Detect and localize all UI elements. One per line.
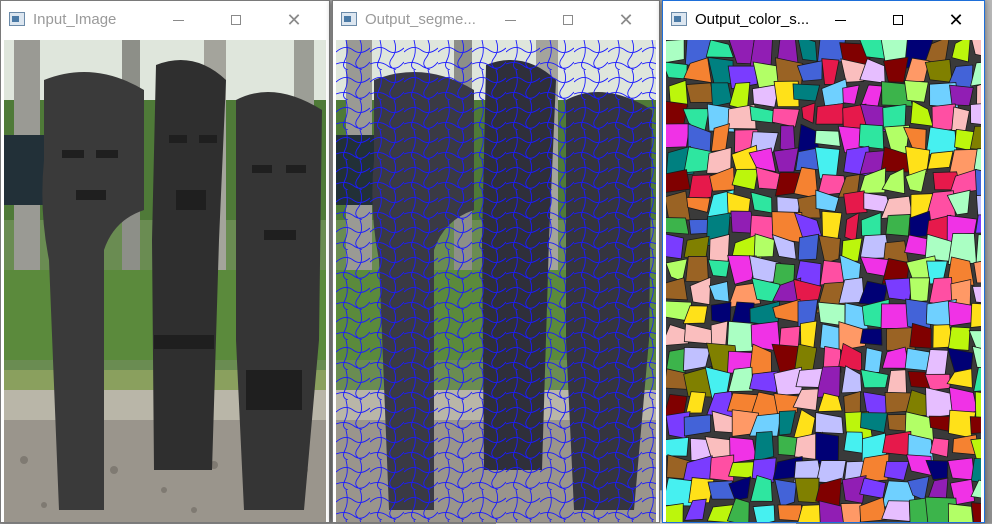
color-segment [666, 61, 688, 80]
output-segmentation-titlebar[interactable]: Output_segme... ✕ [333, 1, 659, 39]
color-segment [685, 82, 715, 103]
minimize-button[interactable] [487, 1, 533, 39]
maximize-icon [893, 15, 903, 25]
color-segment [969, 416, 981, 435]
color-segment [884, 277, 913, 302]
color-segment [970, 302, 981, 328]
close-icon: ✕ [618, 10, 634, 30]
window-title: Output_color_s... [695, 11, 810, 28]
opencv-window-icon [341, 12, 357, 26]
maximize-icon [231, 15, 241, 25]
input-image-window[interactable]: Input_Image ✕ [0, 0, 330, 523]
color-segment [752, 504, 776, 522]
color-segment [974, 168, 981, 199]
opencv-window-icon [9, 12, 25, 26]
color-segment [903, 80, 929, 103]
minimize-button[interactable] [155, 1, 201, 39]
color-segment [666, 217, 690, 235]
color-segment [814, 146, 841, 180]
color-segment [843, 431, 865, 454]
close-button[interactable]: ✕ [933, 1, 979, 39]
output-segmentation-canvas [336, 40, 656, 522]
color-segment [708, 233, 730, 264]
color-segment [688, 218, 710, 235]
color-segment [753, 431, 775, 462]
color-segment [909, 277, 931, 303]
color-segment [792, 83, 821, 102]
color-segment [949, 84, 974, 107]
window-title: Input_Image [33, 11, 117, 28]
close-icon: ✕ [948, 10, 964, 30]
close-button[interactable]: ✕ [603, 1, 649, 39]
close-button[interactable]: ✕ [271, 1, 317, 39]
color-segment [797, 233, 820, 261]
minimize-button[interactable] [817, 1, 863, 39]
color-segment [814, 129, 841, 147]
minimize-icon [834, 19, 846, 21]
color-segment [924, 58, 953, 83]
color-segment [815, 103, 844, 125]
minimize-icon [504, 19, 516, 21]
input-image-titlebar[interactable]: Input_Image ✕ [1, 1, 329, 39]
color-segment [947, 326, 971, 351]
color-segment [864, 347, 883, 373]
color-segment [710, 82, 733, 108]
input-photo [4, 40, 326, 522]
color-segment [882, 430, 912, 457]
color-segment [666, 40, 685, 63]
color-segment [947, 457, 976, 481]
color-segment [815, 431, 840, 465]
color-segment [666, 233, 685, 260]
color-segment [683, 414, 711, 437]
color-segment [970, 103, 981, 125]
color-segment [819, 260, 845, 286]
color-segment-map [666, 40, 981, 522]
output-segmentation-window[interactable]: Output_segme... ✕ [332, 0, 660, 523]
opencv-window-icon [671, 12, 687, 26]
minimize-icon [172, 19, 184, 21]
maximize-icon [563, 15, 573, 25]
color-segment [666, 190, 691, 221]
output-color-segmentation-canvas [666, 40, 981, 522]
color-segment [666, 436, 690, 457]
color-segment [840, 502, 863, 522]
color-segment [666, 502, 684, 522]
maximize-button[interactable] [213, 1, 259, 39]
color-segment [885, 214, 911, 237]
window-title: Output_segme... [365, 11, 476, 28]
color-segment [794, 477, 820, 504]
output-color-segmentation-window[interactable]: Output_color_s... ✕ [662, 0, 985, 523]
color-segment [859, 328, 883, 346]
color-segment [947, 503, 974, 522]
output-color-segmentation-titlebar[interactable]: Output_color_s... ✕ [663, 1, 984, 39]
color-segment [858, 123, 885, 150]
segmented-photo [336, 40, 656, 522]
color-segment [666, 123, 691, 148]
color-segment [773, 147, 799, 173]
input-image-canvas [4, 40, 326, 522]
color-segment [709, 454, 735, 482]
close-icon: ✕ [286, 10, 302, 30]
color-segment [685, 256, 709, 283]
color-segment [666, 169, 691, 193]
color-segment [927, 150, 954, 170]
maximize-button[interactable] [875, 1, 921, 39]
maximize-button[interactable] [545, 1, 591, 39]
